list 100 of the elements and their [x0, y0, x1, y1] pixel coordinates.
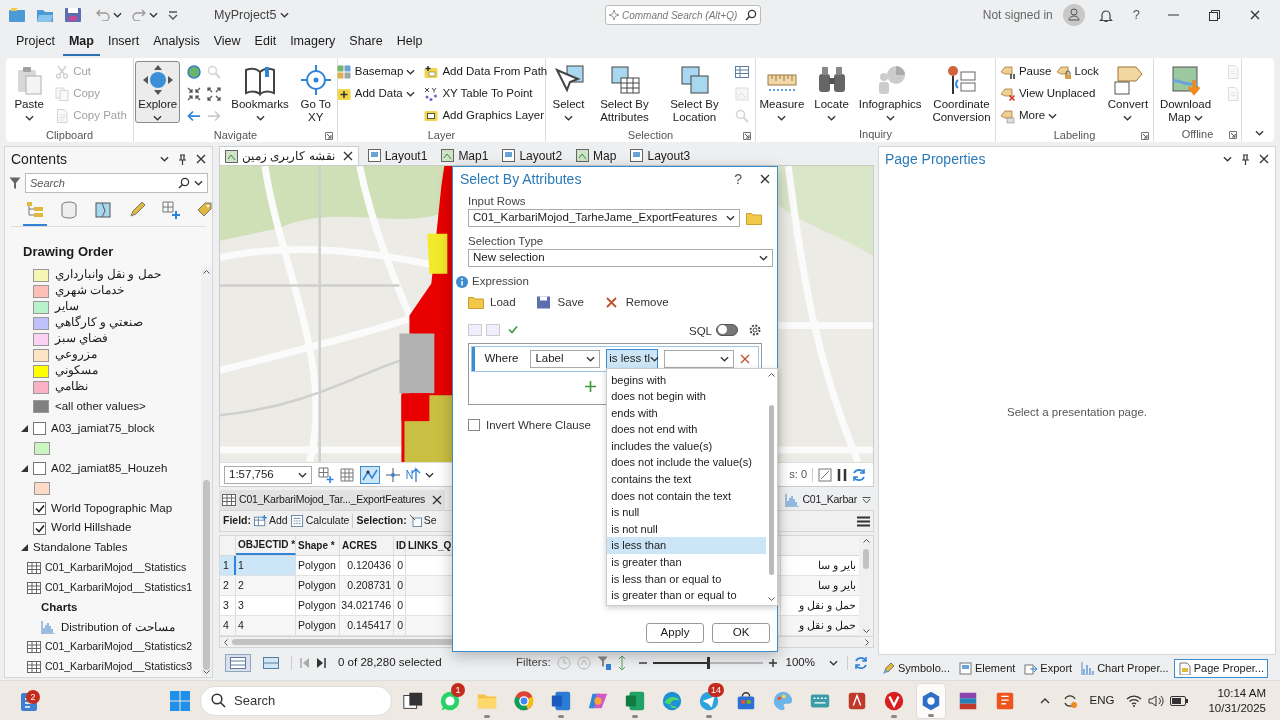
dropdown-option[interactable]: is null — [607, 504, 767, 521]
dropdown-option[interactable]: does not begin with — [607, 388, 767, 405]
ribbon-button[interactable]: Select By Attributes — [591, 61, 658, 125]
selection-count: 0 of 28,280 selected — [338, 655, 442, 671]
ribbon-button[interactable]: Add Graphics Layer — [421, 105, 547, 127]
ribbon-button[interactable]: Select By Location — [661, 61, 728, 125]
menu-tab[interactable]: Project — [10, 32, 61, 56]
ribbon-button[interactable]: Measure — [756, 61, 808, 123]
clock-time: 10:14 AM — [1217, 685, 1266, 701]
search-field[interactable]: Search — [25, 173, 208, 193]
document-tab[interactable]: Map1 — [436, 146, 494, 165]
ribbon-button[interactable]: Add Data — [333, 83, 417, 105]
taskbar-button[interactable]: 1 — [435, 682, 465, 719]
search-input[interactable]: Search — [234, 690, 381, 711]
column-header[interactable]: Shape * — [296, 536, 340, 555]
dock-tab[interactable]: Export — [1020, 658, 1077, 678]
row-number[interactable]: 3 — [220, 596, 236, 615]
document-tab[interactable]: نقشه کاربری زمین — [219, 146, 359, 165]
dropdown-option[interactable]: ends with — [607, 404, 767, 422]
dropdown-option[interactable]: is greater than or equal to — [607, 587, 767, 604]
document-tab[interactable]: C01_KarbariMojod_Tar..._ExportFeatures — [219, 490, 446, 510]
table-name: C01_KarbariMojod__Statistics3 — [45, 659, 193, 675]
menu-tab[interactable]: View — [207, 32, 247, 56]
dropdown-option[interactable]: begins with — [607, 371, 767, 389]
ribbon-button[interactable]: Pause — [997, 61, 1054, 83]
dropdown-option[interactable]: does not contain the text — [607, 487, 767, 505]
ribbon-button[interactable]: XY Table To Point — [421, 83, 535, 105]
toolbar-button[interactable]: Add — [254, 513, 288, 529]
toolbar-button[interactable]: Load — [468, 294, 516, 312]
row-number[interactable]: 2 — [220, 576, 236, 595]
dock-tab[interactable]: Page Proper... — [1173, 658, 1268, 678]
menu-tab[interactable]: Insert — [101, 32, 146, 56]
filters-label: Filters: — [516, 655, 551, 671]
document-tab[interactable]: Layout2 — [497, 146, 568, 165]
search-input[interactable]: Search — [30, 174, 174, 192]
column-header[interactable]: ID — [394, 536, 406, 555]
ribbon-button[interactable]: Basemap — [333, 61, 418, 83]
ribbon-button[interactable]: More — [997, 105, 1060, 127]
project-name-button[interactable]: MyProject5 — [214, 5, 289, 25]
dropdown-option[interactable]: includes the value(s) — [607, 437, 767, 455]
dropdown-option[interactable]: does not end with — [607, 421, 767, 438]
menu-tab[interactable]: Imagery — [284, 32, 342, 56]
input-rows-combobox[interactable]: C01_KarbariMojod_TarheJame_ExportFeatures — [468, 209, 740, 227]
table-name: C01_KarbariMojod__Statistics2 — [45, 639, 193, 655]
dropdown-option[interactable]: is greater than — [607, 554, 767, 571]
ribbon-button[interactable]: Lock — [1053, 61, 1101, 83]
row-number[interactable]: 1 — [220, 556, 236, 575]
dock-tab[interactable]: Element — [954, 658, 1020, 678]
dropdown-option[interactable]: contains the text — [607, 471, 767, 488]
document-tab[interactable]: C01_Karbar — [782, 490, 874, 510]
help-button[interactable]: ? — [1126, 5, 1146, 25]
ribbon-button[interactable]: Go To XY — [295, 61, 336, 125]
dropdown-option[interactable]: is less than — [607, 537, 767, 555]
field-combobox[interactable]: Label — [530, 349, 601, 368]
menu-tab[interactable]: Analysis — [147, 32, 206, 56]
row-number[interactable]: 4 — [220, 616, 236, 635]
document-tab[interactable]: Layout1 — [362, 146, 433, 165]
ribbon-button[interactable]: Explore — [135, 61, 181, 123]
zoom-combobox[interactable]: 100% — [782, 654, 841, 672]
ribbon-button[interactable]: Convert — [1104, 61, 1152, 123]
search-field[interactable]: Search — [200, 685, 392, 716]
dock-tab[interactable]: Symbolo... — [878, 658, 954, 678]
ribbon-button[interactable]: Locate — [811, 61, 852, 123]
ribbon-button[interactable]: Add Data From Path — [421, 61, 550, 83]
ribbon-button[interactable]: Infographics — [855, 61, 925, 123]
ribbon-button[interactable]: Select — [549, 61, 588, 123]
toolbar-button[interactable]: Remove — [603, 294, 669, 312]
document-tab[interactable]: Map — [571, 146, 622, 165]
selection-type-combobox[interactable]: New selection — [468, 249, 773, 267]
toolbar-button[interactable]: Save — [535, 294, 584, 312]
ribbon-button[interactable]: View Unplaced — [997, 83, 1098, 105]
dialog-button[interactable]: OK — [712, 623, 770, 643]
menu-tab[interactable]: Edit — [248, 32, 283, 56]
menu-tab[interactable]: Share — [343, 32, 389, 56]
table-cell: Polygon — [296, 596, 340, 615]
table-cell: 0.120436 — [340, 556, 394, 575]
help-button[interactable]: ? — [734, 168, 742, 190]
ribbon-button[interactable]: Coordinate Conversion — [928, 61, 995, 125]
dropdown-option[interactable]: is less than or equal to — [607, 570, 767, 588]
legend-label: ساير — [55, 299, 79, 315]
toolbar-button[interactable]: Se — [409, 513, 437, 529]
layer-name: A02_jamiat85_Houzeh — [51, 460, 168, 476]
operator-combobox[interactable]: is less tl — [606, 348, 659, 369]
toolbar-button[interactable]: Calculate — [290, 513, 350, 529]
menu-tab[interactable]: Map — [62, 32, 100, 56]
taskbar-button[interactable]: 14 — [694, 682, 724, 719]
document-tab[interactable]: Layout3 — [625, 146, 696, 165]
column-header[interactable]: ACRES — [340, 536, 394, 555]
ribbon-button[interactable]: Download Map — [1152, 61, 1219, 125]
ribbon-button[interactable]: Bookmarks — [228, 61, 292, 123]
dialog-button[interactable]: Apply — [646, 623, 704, 643]
dock-tab[interactable]: Chart Proper... — [1077, 658, 1173, 678]
dropdown-option[interactable]: does not include the value(s) — [607, 454, 767, 472]
menu-tab[interactable]: Help — [390, 32, 429, 56]
panel-title: Contents — [11, 149, 68, 169]
ribbon-button[interactable]: Paste — [10, 61, 49, 123]
scale-combobox[interactable]: 1:57,756 — [224, 465, 312, 484]
search-input[interactable]: Command Search (Alt+Q) — [622, 7, 742, 23]
dropdown-option[interactable]: is not null — [607, 520, 767, 538]
command-search-field[interactable]: Command Search (Alt+Q) — [605, 5, 761, 25]
